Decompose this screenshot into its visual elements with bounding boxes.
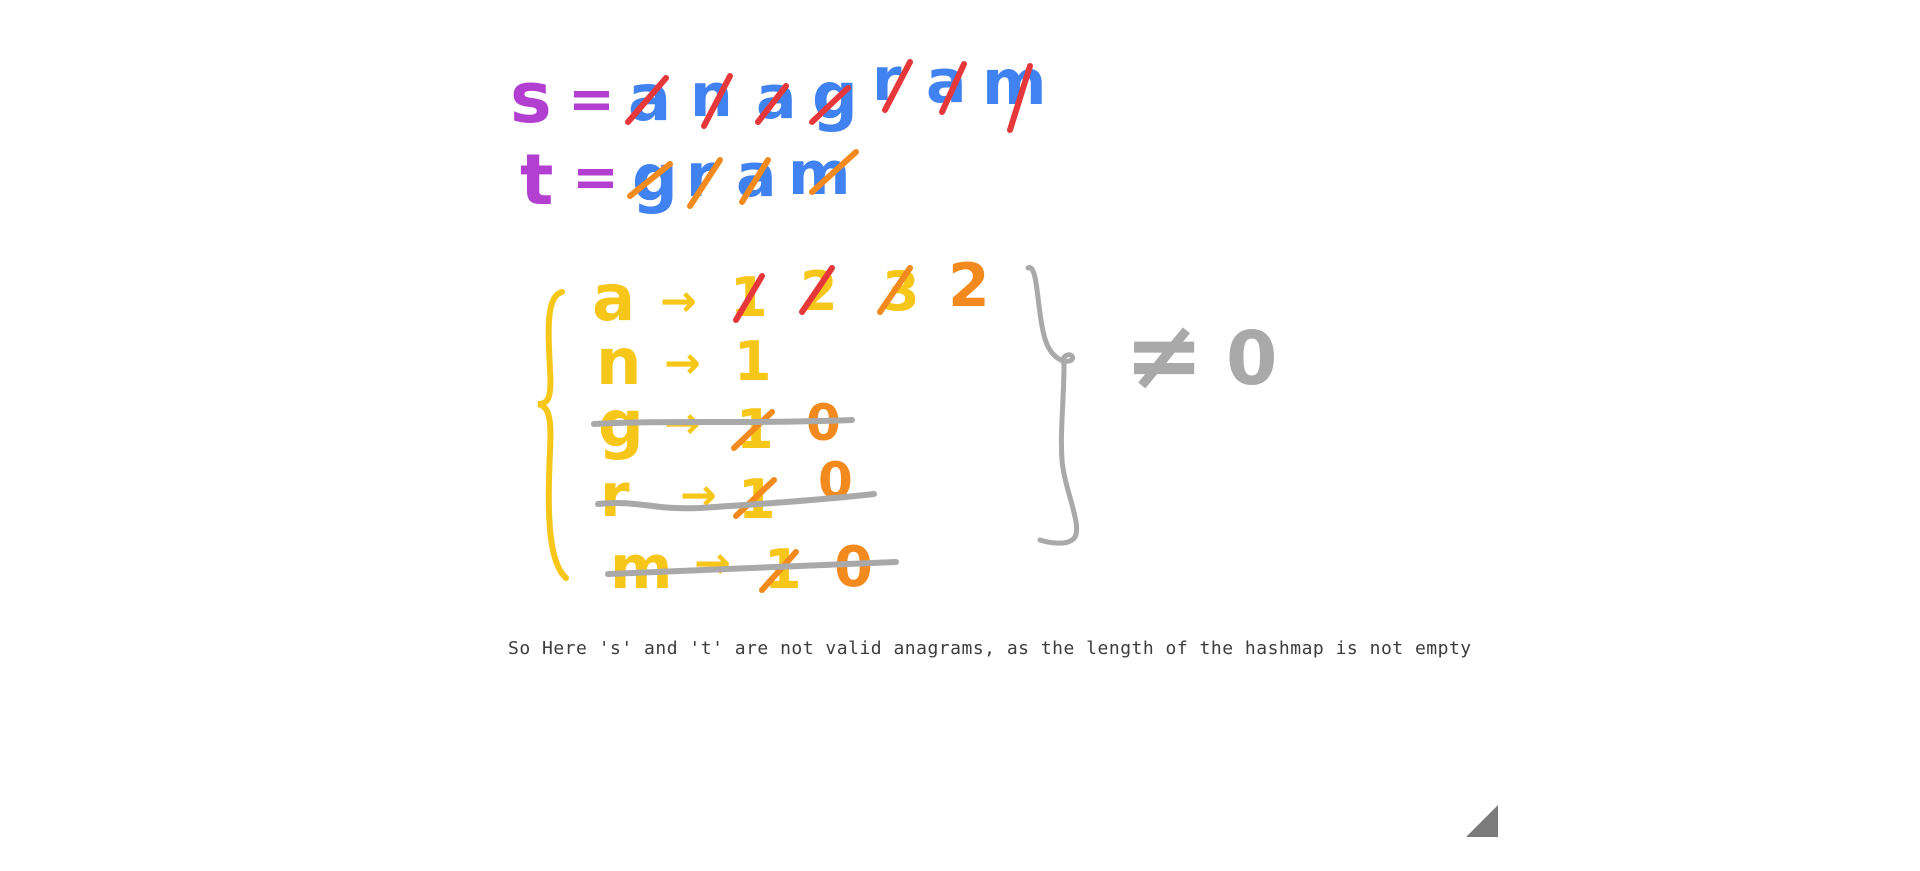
- map-count-m-2: 0: [834, 535, 873, 600]
- s-letter-2: n: [690, 61, 733, 131]
- zero-value: 0: [1226, 316, 1278, 402]
- map-count-n-1: 1: [734, 330, 772, 393]
- map-key-m: m: [610, 533, 673, 603]
- map-arrow-r: →: [680, 470, 717, 521]
- s-equation: s = a n a g r a m: [510, 45, 1047, 139]
- map-arrow-m: →: [694, 538, 731, 589]
- explanation-caption: So Here 's' and 't' are not valid anagra…: [508, 638, 1472, 659]
- not-equal-sign: ≠: [1124, 299, 1204, 411]
- t-equation: t = g r a m: [520, 139, 859, 221]
- s-equals: =: [568, 67, 615, 132]
- whiteboard-canvas[interactable]: s = a n a g r a m t = g r a m: [0, 0, 1920, 871]
- t-equals: =: [572, 145, 619, 210]
- map-count-a-4: 2: [948, 251, 990, 321]
- map-key-r: r: [600, 461, 630, 531]
- left-brace: [537, 289, 569, 581]
- t-label: t: [520, 139, 553, 221]
- right-brace: [1025, 265, 1080, 546]
- map-arrow-a: →: [660, 276, 697, 327]
- hashmap-diagram: a → 1 2 3 2 n → 1 g → 1 0 r → 1 0 m → 1 …: [537, 251, 1278, 603]
- map-arrow-n: →: [664, 338, 701, 389]
- resize-handle[interactable]: [1466, 805, 1498, 837]
- s-label: s: [510, 57, 552, 139]
- map-count-a-3: 3: [882, 260, 920, 323]
- strike-row-g: [591, 417, 855, 427]
- map-key-a: a: [592, 262, 635, 336]
- t-letter-4: m: [788, 139, 851, 209]
